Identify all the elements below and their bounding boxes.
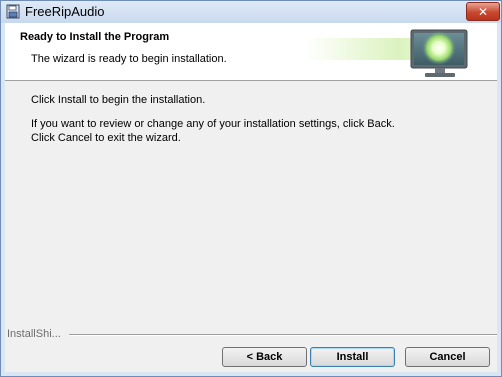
page-subtitle: The wizard is ready to begin installatio… [31,53,227,65]
page-title: Ready to Install the Program [20,31,170,43]
instruction-review: If you want to review or change any of y… [31,118,395,130]
installer-window: FreeRipAudio ✕ Ready to Install the Prog… [0,0,502,377]
dialog-client-area: Ready to Install the Program The wizard … [5,23,497,372]
instruction-install: Click Install to begin the installation. [31,94,206,106]
close-icon: ✕ [477,4,489,19]
wizard-header: Ready to Install the Program The wizard … [5,23,497,81]
installer-disk-icon [6,4,20,19]
window-title: FreeRipAudio [25,4,105,19]
installshield-brand-label: InstallShi... [7,328,61,340]
monitor-icon [410,29,468,77]
back-button[interactable]: < Back [222,347,307,367]
install-button[interactable]: Install [310,347,395,367]
title-bar[interactable]: FreeRipAudio ✕ [1,1,501,23]
footer-separator [69,334,497,336]
instruction-cancel: Click Cancel to exit the wizard. [31,132,181,144]
cancel-button[interactable]: Cancel [405,347,490,367]
close-button[interactable]: ✕ [466,2,500,21]
